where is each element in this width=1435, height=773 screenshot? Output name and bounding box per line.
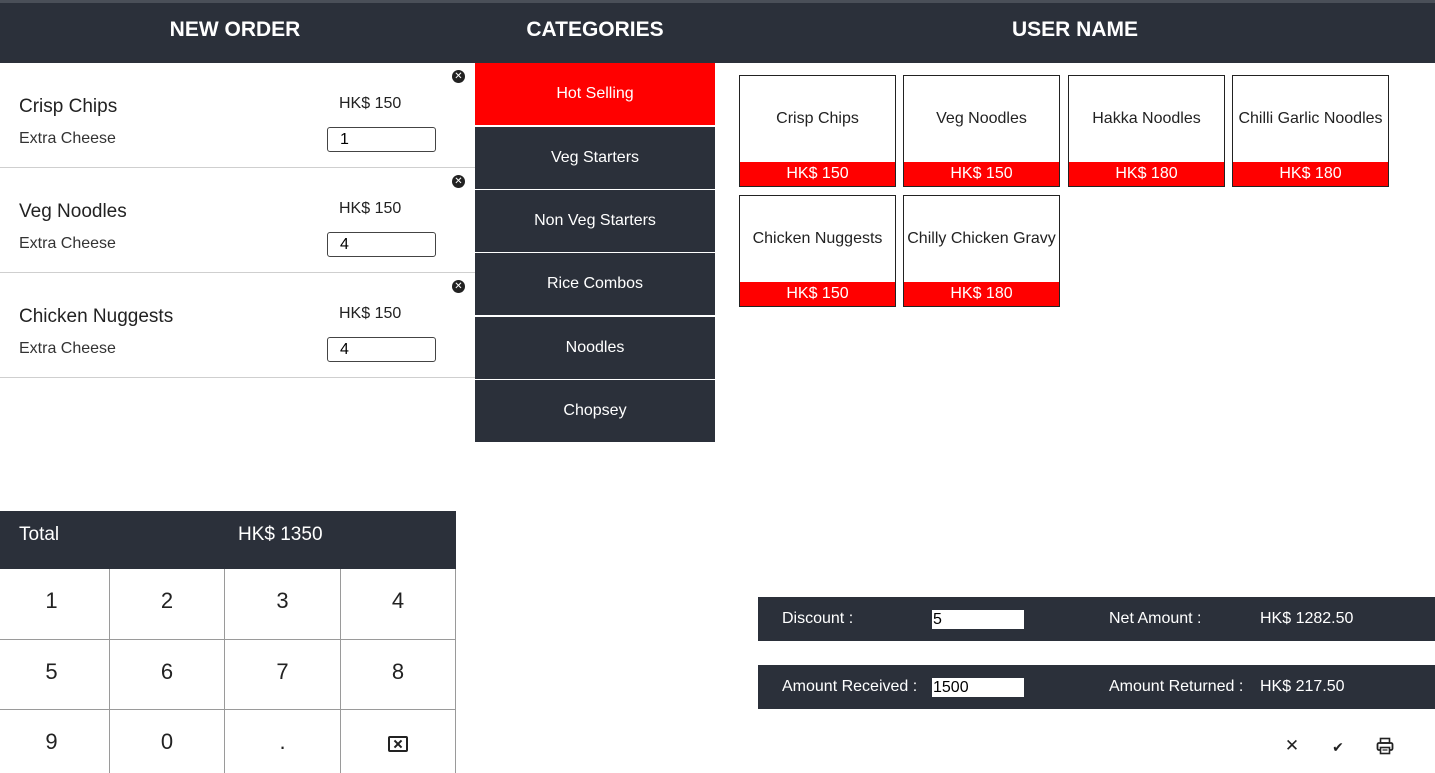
remove-item-icon[interactable]: ✕ bbox=[452, 70, 465, 83]
amount-received-input[interactable] bbox=[932, 678, 1024, 697]
key-decimal[interactable]: . bbox=[225, 710, 341, 773]
amount-received-label: Amount Received : bbox=[782, 678, 918, 695]
product-name: Hakka Noodles bbox=[1092, 110, 1201, 127]
order-item: ✕ Veg Noodles HK$ 150 Extra Cheese bbox=[0, 168, 475, 273]
product-price: HK$ 150 bbox=[740, 282, 895, 306]
check-icon[interactable]: ✔ bbox=[1329, 737, 1347, 755]
total-value: HK$ 1350 bbox=[238, 524, 323, 545]
product-card[interactable]: Hakka Noodles HK$ 180 bbox=[1068, 75, 1225, 187]
product-card[interactable]: Chilli Garlic Noodles HK$ 180 bbox=[1232, 75, 1389, 187]
category-hot-selling[interactable]: Hot Selling bbox=[475, 63, 715, 125]
quantity-input[interactable] bbox=[327, 337, 436, 362]
product-card[interactable]: Chicken Nuggests HK$ 150 bbox=[739, 195, 896, 307]
net-amount-value: HK$ 1282.50 bbox=[1260, 610, 1354, 627]
remove-item-icon[interactable]: ✕ bbox=[452, 280, 465, 293]
key-0[interactable]: 0 bbox=[110, 710, 225, 773]
close-icon[interactable]: ✕ bbox=[1283, 737, 1301, 755]
printer-icon[interactable] bbox=[1376, 737, 1394, 755]
key-9[interactable]: 9 bbox=[0, 710, 110, 773]
key-5[interactable]: 5 bbox=[0, 640, 110, 710]
discount-label: Discount : bbox=[782, 610, 854, 627]
key-8[interactable]: 8 bbox=[341, 640, 456, 710]
order-item: ✕ Chicken Nuggests HK$ 150 Extra Cheese bbox=[0, 273, 475, 378]
categories-heading: CATEGORIES bbox=[526, 18, 664, 41]
product-name: Veg Noodles bbox=[936, 110, 1027, 127]
order-item-price: HK$ 150 bbox=[339, 95, 402, 112]
product-card[interactable]: Crisp Chips HK$ 150 bbox=[739, 75, 896, 187]
category-chopsey[interactable]: Chopsey bbox=[475, 380, 715, 442]
key-1[interactable]: 1 bbox=[0, 569, 110, 640]
key-3[interactable]: 3 bbox=[225, 569, 341, 640]
header-bar: NEW ORDER CATEGORIES USER NAME bbox=[0, 3, 1435, 63]
order-item-price: HK$ 150 bbox=[339, 200, 402, 217]
discount-bar: Discount : Net Amount : HK$ 1282.50 bbox=[758, 597, 1435, 641]
product-price: HK$ 150 bbox=[904, 162, 1059, 186]
product-card[interactable]: Veg Noodles HK$ 150 bbox=[903, 75, 1060, 187]
new-order-heading: NEW ORDER bbox=[169, 18, 301, 41]
order-item-extra: Extra Cheese bbox=[19, 340, 116, 357]
remove-item-icon[interactable]: ✕ bbox=[452, 175, 465, 188]
category-non-veg-starters[interactable]: Non Veg Starters bbox=[475, 190, 715, 252]
discount-input[interactable] bbox=[932, 610, 1024, 629]
key-2[interactable]: 2 bbox=[110, 569, 225, 640]
product-price: HK$ 180 bbox=[1233, 162, 1388, 186]
user-name-heading: USER NAME bbox=[1011, 18, 1138, 41]
key-4[interactable]: 4 bbox=[341, 569, 456, 640]
product-price: HK$ 180 bbox=[904, 282, 1059, 306]
product-name: Chilli Garlic Noodles bbox=[1238, 110, 1383, 127]
total-label: Total bbox=[19, 524, 60, 545]
order-item-extra: Extra Cheese bbox=[19, 235, 116, 252]
quantity-input[interactable] bbox=[327, 127, 436, 152]
order-item-extra: Extra Cheese bbox=[19, 130, 116, 147]
net-amount-label: Net Amount : bbox=[1109, 610, 1202, 627]
order-item-name: Crisp Chips bbox=[19, 96, 118, 117]
order-item-price: HK$ 150 bbox=[339, 305, 402, 322]
total-bar: Total HK$ 1350 bbox=[0, 511, 456, 569]
product-price: HK$ 180 bbox=[1069, 162, 1224, 186]
product-price: HK$ 150 bbox=[740, 162, 895, 186]
category-rice-combos[interactable]: Rice Combos bbox=[475, 253, 715, 315]
key-7[interactable]: 7 bbox=[225, 640, 341, 710]
backspace-icon[interactable] bbox=[388, 736, 408, 752]
order-item-name: Chicken Nuggests bbox=[19, 306, 174, 327]
product-name: Chilly Chicken Gravy bbox=[907, 230, 1056, 247]
key-6[interactable]: 6 bbox=[110, 640, 225, 710]
order-item-name: Veg Noodles bbox=[19, 201, 127, 222]
product-name: Crisp Chips bbox=[776, 110, 859, 127]
category-noodles[interactable]: Noodles bbox=[475, 317, 715, 379]
order-item: ✕ Crisp Chips HK$ 150 Extra Cheese bbox=[0, 63, 475, 168]
quantity-input[interactable] bbox=[327, 232, 436, 257]
product-name: Chicken Nuggests bbox=[752, 230, 883, 247]
amount-returned-value: HK$ 217.50 bbox=[1260, 678, 1345, 695]
payment-bar: Amount Received : Amount Returned : HK$ … bbox=[758, 665, 1435, 709]
category-veg-starters[interactable]: Veg Starters bbox=[475, 127, 715, 189]
amount-returned-label: Amount Returned : bbox=[1109, 678, 1244, 695]
product-card[interactable]: Chilly Chicken Gravy HK$ 180 bbox=[903, 195, 1060, 307]
